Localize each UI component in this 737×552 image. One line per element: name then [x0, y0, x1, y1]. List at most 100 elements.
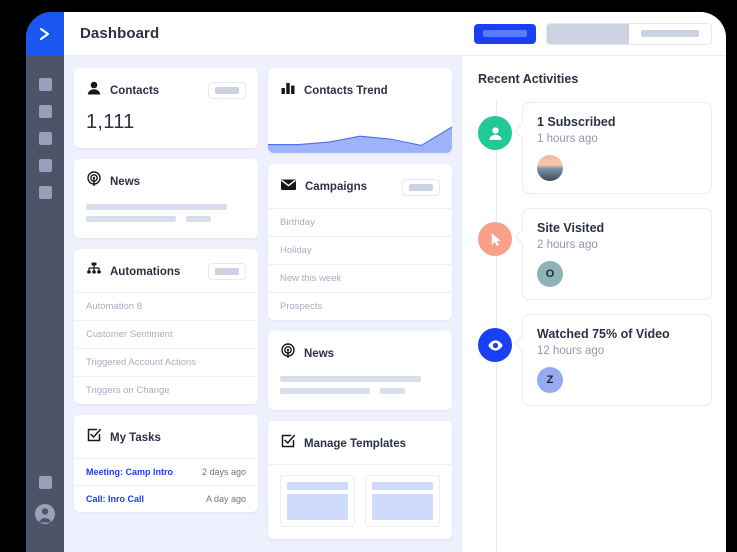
skeleton-line	[280, 388, 370, 394]
contacts-card-header: Contacts	[74, 68, 258, 111]
bar-chart-icon	[280, 80, 296, 101]
activity-headline: Watched 75% of Video	[537, 327, 670, 341]
contacts-card-title: Contacts	[110, 84, 160, 97]
task-row[interactable]: Meeting: Camp Intro 2 days ago	[74, 458, 258, 485]
contacts-count: 1,111	[86, 111, 135, 133]
my-tasks-card: My Tasks Meeting: Camp Intro 2 days ago …	[74, 415, 258, 512]
action-label-placeholder	[215, 268, 239, 275]
campaigns-card: Campaigns Birthday Holiday New this week…	[268, 164, 452, 320]
template-thumb[interactable]	[365, 475, 440, 527]
activity-card[interactable]: 1 Subscribed 1 hours ago	[522, 102, 712, 194]
broadcast-icon	[86, 171, 102, 192]
checkbox-check-icon	[86, 427, 102, 448]
news-card-left-header: News	[74, 159, 258, 202]
task-time: A day ago	[205, 494, 246, 504]
news-card-left: News	[74, 159, 258, 238]
list-item[interactable]: Automation 8	[74, 292, 258, 320]
template-header-bar	[287, 482, 348, 490]
activity-time: 2 hours ago	[537, 239, 598, 251]
sidebar-nav	[38, 78, 52, 199]
primary-action-button[interactable]	[474, 23, 536, 44]
sidebar-item-3[interactable]	[38, 132, 52, 145]
template-header-bar	[372, 482, 433, 490]
checkbox-check-icon	[280, 433, 296, 454]
sidebar-item-1[interactable]	[38, 78, 52, 91]
manage-templates-card: Manage Templates	[268, 421, 452, 539]
my-tasks-card-header: My Tasks	[74, 415, 258, 458]
content-area: Dashboard Contacts 1,111 News Automation…	[64, 12, 726, 552]
activity-card[interactable]: Site Visited 2 hours ago O	[522, 208, 712, 300]
template-thumb[interactable]	[280, 475, 355, 527]
task-row[interactable]: Call: Inro Call A day ago	[74, 485, 258, 512]
automation-hierarchy-icon	[86, 261, 102, 282]
avatar: Z	[537, 367, 563, 393]
segment-right[interactable]	[629, 23, 711, 44]
automations-card: Automations Automation 8 Customer Sentim…	[74, 249, 258, 404]
app-window: Dashboard Contacts 1,111 News Automation…	[26, 12, 726, 552]
contacts-trend-header: Contacts Trend	[268, 68, 452, 111]
skeleton-row	[86, 216, 246, 222]
activity-item: 1 Subscribed 1 hours ago	[478, 102, 712, 194]
skeleton-line	[86, 204, 227, 210]
activity-time: 1 hours ago	[537, 133, 598, 145]
sidebar-item-settings[interactable]	[38, 476, 52, 489]
contacts-card-action[interactable]	[208, 82, 246, 99]
list-item[interactable]: Triggered Account Actions	[74, 348, 258, 376]
list-item[interactable]: Holiday	[268, 236, 452, 264]
recent-activities-title: Recent Activities	[478, 72, 579, 86]
sidebar-item-4[interactable]	[38, 159, 52, 172]
skeleton-line	[185, 216, 212, 222]
sidebar	[26, 12, 64, 552]
campaigns-card-action[interactable]	[402, 178, 440, 196]
manage-templates-title: Manage Templates	[304, 437, 407, 450]
chevron-right-logo-icon	[37, 26, 53, 42]
sidebar-item-2[interactable]	[38, 105, 52, 118]
sidebar-item-5[interactable]	[38, 186, 52, 199]
task-name: Meeting: Camp Intro	[86, 467, 173, 477]
contacts-trend-chart	[268, 111, 452, 153]
campaigns-card-header: Campaigns	[268, 164, 452, 208]
activity-headline: Site Visited	[537, 221, 605, 235]
activity-card[interactable]: Watched 75% of Video 12 hours ago Z	[522, 314, 712, 406]
news-card-right-header: News	[268, 331, 452, 374]
page-title: Dashboard	[80, 25, 160, 42]
dashboard-column-left: Contacts 1,111 News Automations Automati…	[74, 68, 258, 552]
topbar: Dashboard	[64, 12, 726, 56]
activity-item: Watched 75% of Video 12 hours ago Z	[478, 314, 712, 406]
contacts-trend-title: Contacts Trend	[304, 84, 388, 97]
template-body-block	[287, 494, 348, 520]
activity-headline: 1 Subscribed	[537, 115, 616, 129]
segmented-control[interactable]	[546, 22, 712, 45]
list-item[interactable]: New this week	[268, 264, 452, 292]
topbar-actions	[474, 22, 712, 45]
skeleton-line	[86, 216, 176, 222]
news-card-left-title: News	[110, 175, 141, 188]
avatar: O	[537, 261, 563, 287]
envelope-icon	[280, 176, 297, 198]
skeleton-line	[280, 376, 421, 382]
template-list	[268, 464, 452, 539]
skeleton-row	[280, 388, 440, 394]
automations-card-action[interactable]	[208, 263, 246, 280]
broadcast-icon	[280, 343, 296, 364]
action-label-placeholder	[215, 87, 239, 94]
contacts-card: Contacts 1,111	[74, 68, 258, 148]
area-chart-svg	[268, 111, 452, 153]
dashboard-grid: Contacts 1,111 News Automations Automati…	[64, 56, 462, 552]
news-right-skeleton	[268, 374, 452, 410]
app-logo[interactable]	[26, 12, 64, 56]
list-item[interactable]: Prospects	[268, 292, 452, 320]
user-avatar-icon[interactable]	[34, 503, 56, 530]
news-left-skeleton	[74, 202, 258, 238]
contacts-trend-card: Contacts Trend	[268, 68, 452, 153]
list-item[interactable]: Birthday	[268, 208, 452, 236]
segment-left[interactable]	[547, 23, 629, 44]
person-icon	[86, 80, 102, 101]
list-item[interactable]: Triggers on Change	[74, 376, 258, 404]
news-card-right-title: News	[304, 347, 335, 360]
my-tasks-card-title: My Tasks	[110, 431, 161, 444]
avatar	[537, 155, 563, 181]
activity-item: Site Visited 2 hours ago O	[478, 208, 712, 300]
sidebar-bottom-nav	[34, 476, 56, 552]
list-item[interactable]: Customer Sentiment	[74, 320, 258, 348]
